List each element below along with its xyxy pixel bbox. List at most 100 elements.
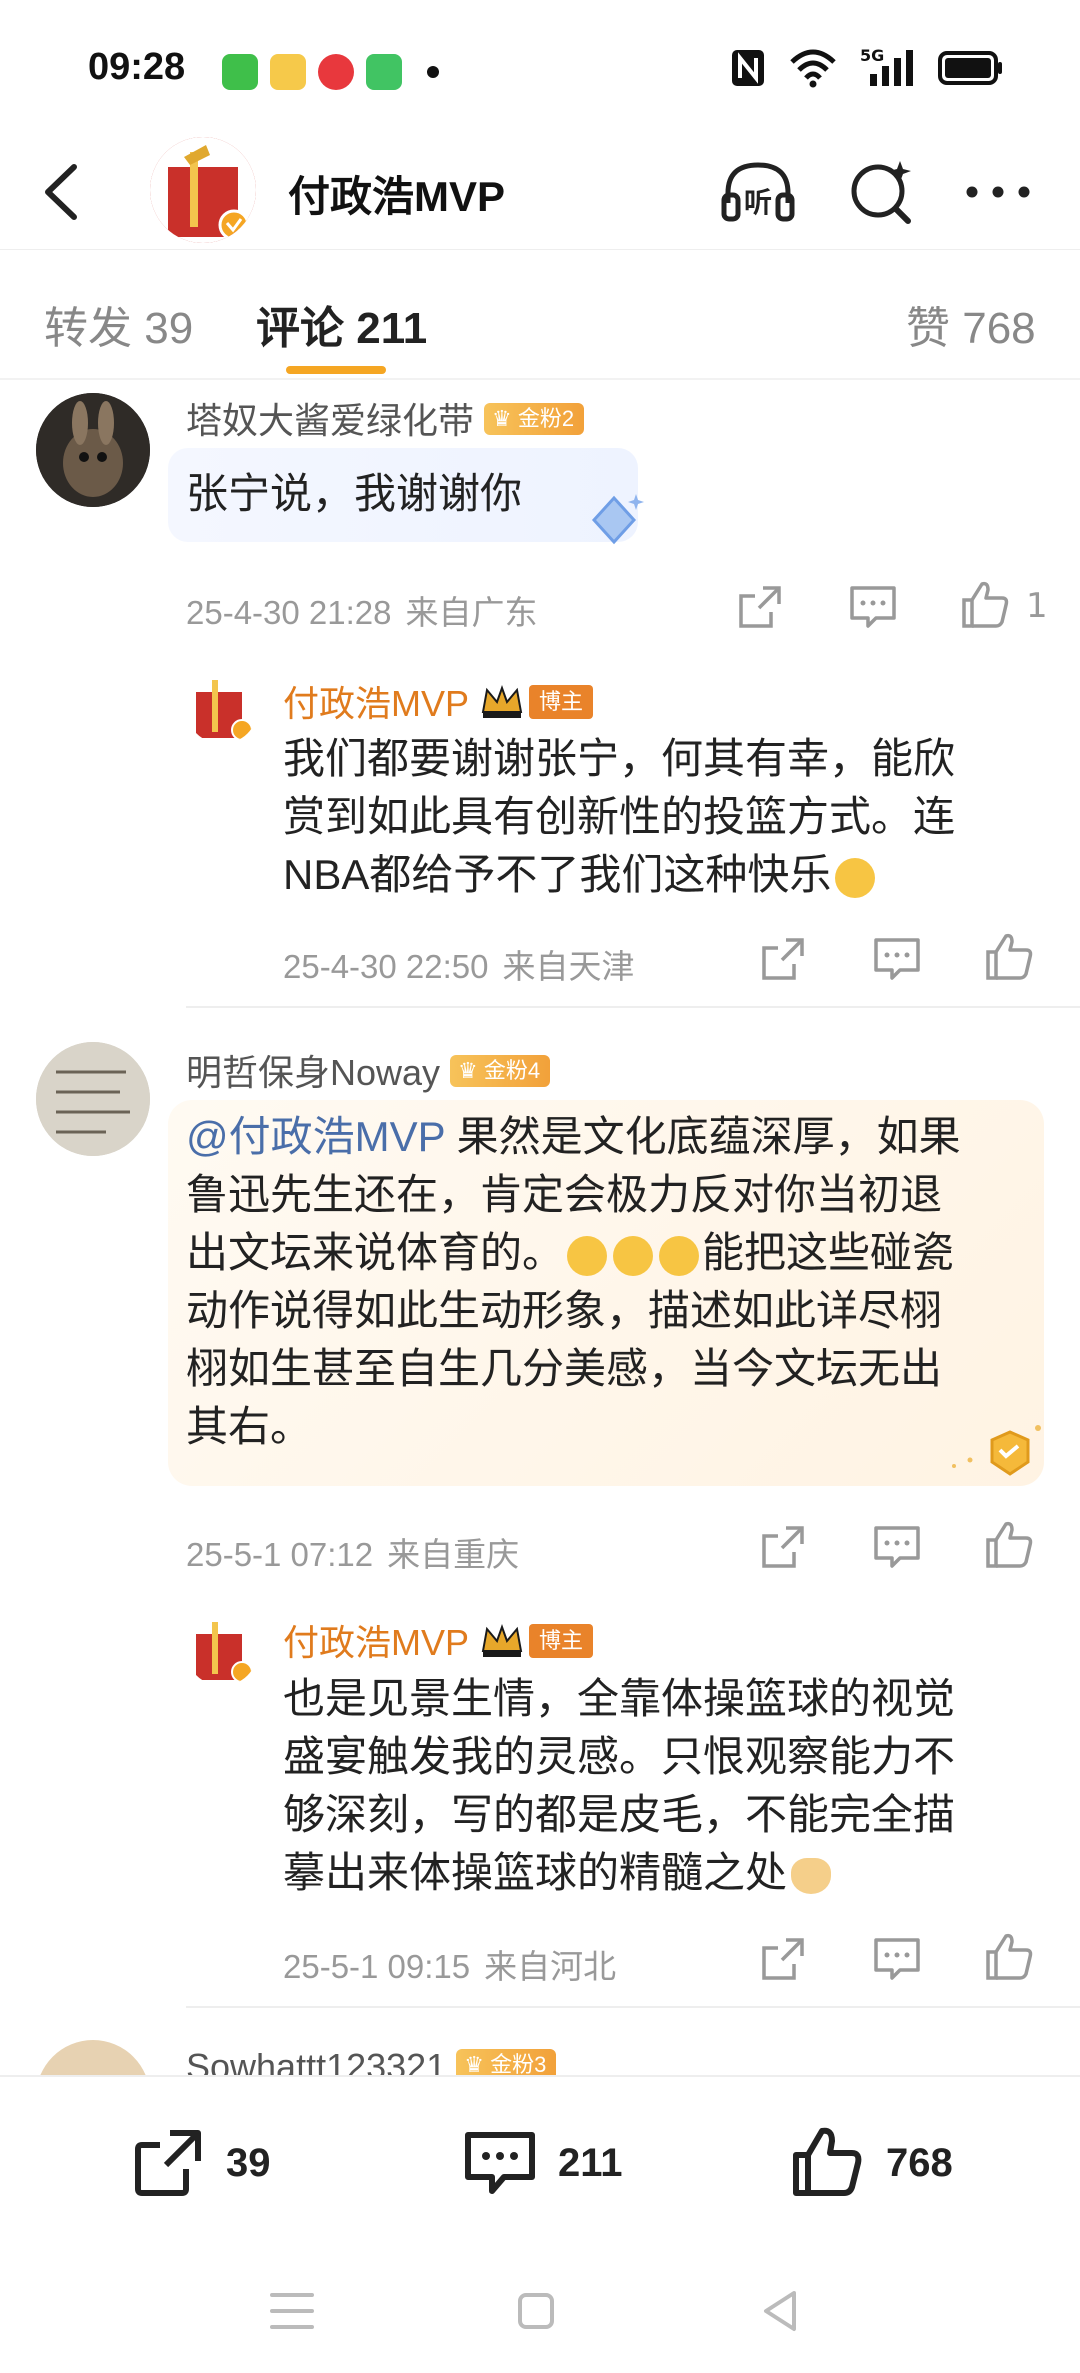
reply-line: 赏到如此具有创新性的投篮方式。连 xyxy=(283,793,956,840)
like-icon[interactable] xyxy=(982,1930,1036,1984)
share-icon[interactable] xyxy=(756,1932,810,1986)
tab-comments[interactable]: 评论 211 xyxy=(256,292,427,356)
reply-line: NBA都给予不了我们这种快乐 xyxy=(283,846,955,904)
comment-meta: 25-4-30 21:28 来自广东 xyxy=(186,586,538,634)
reply-icon[interactable] xyxy=(870,932,924,986)
fan-badge-text: 金粉3 xyxy=(490,2052,547,2078)
author-username[interactable]: 付政浩MVP 博主 xyxy=(283,675,594,727)
username-text: 明哲保身Noway xyxy=(186,1052,441,1093)
back-nav-icon[interactable] xyxy=(750,2281,810,2341)
comment-username[interactable]: 明哲保身Noway ♛ 金粉4 xyxy=(186,1044,551,1096)
reply-line: 盛宴触发我的灵感。只恨观察能力不 xyxy=(283,1733,956,1780)
diamond-decoration-icon xyxy=(591,494,644,545)
listen-button[interactable]: 听 xyxy=(718,157,798,227)
reply-meta: 25-4-30 22:50 来自天津 xyxy=(283,940,635,988)
status-bar: 09:28 5G xyxy=(0,0,1080,135)
tab-active-indicator xyxy=(286,366,386,374)
laughing-emoji-icon xyxy=(835,857,876,898)
like-icon[interactable] xyxy=(982,1518,1036,1572)
grin-emoji-icon xyxy=(613,1235,654,1276)
like-icon[interactable] xyxy=(958,578,1012,632)
reply-icon[interactable] xyxy=(846,580,900,634)
commenter-avatar[interactable] xyxy=(36,393,150,507)
comment-line: 栩如生甚至自生几分美感，当今文坛无出 xyxy=(186,1345,943,1392)
reply-line: 摹出来体操篮球的精髓之处 xyxy=(283,1844,955,1902)
comment-time: 25-5-1 07:12 xyxy=(186,1536,374,1573)
comment-line: 鲁迅先生还在，肯定会极力反对你当初退 xyxy=(186,1171,943,1218)
author-avatar[interactable] xyxy=(186,672,258,744)
tears-of-joy-emoji-icon xyxy=(659,1235,700,1276)
tab-repost[interactable]: 转发 39 xyxy=(44,292,193,356)
like-button[interactable]: 768 xyxy=(790,2125,953,2201)
signal-icon: 5G xyxy=(860,46,916,88)
comment-text: 张宁说，我谢谢你 xyxy=(186,470,523,517)
comment-location: 来自重庆 xyxy=(387,1536,520,1573)
status-time: 09:28 xyxy=(88,46,186,88)
system-nav-bar xyxy=(0,2245,1080,2373)
blogger-avatar[interactable] xyxy=(150,137,256,243)
reply-icon[interactable] xyxy=(870,1520,924,1574)
fan-badge-text: 金粉2 xyxy=(517,406,575,432)
comment-text: @付政浩MVP 果然是文化底蕴深厚，如果 鲁迅先生还在，肯定会极力反对你当初退 … xyxy=(186,1108,961,1456)
comment-line: 动作说得如此生动形象，描述如此详尽栩 xyxy=(186,1287,943,1334)
comment-time: 25-4-30 21:28 xyxy=(186,594,392,631)
like-count: 1 xyxy=(1026,586,1048,626)
search-icon[interactable] xyxy=(842,157,922,227)
reply-time: 25-4-30 22:50 xyxy=(283,948,489,985)
back-icon[interactable] xyxy=(34,157,94,227)
reply-line-text: 摹出来体操篮球的精髓之处 xyxy=(283,1849,788,1896)
reply-icon[interactable] xyxy=(870,1932,924,1986)
reply-time: 25-5-1 09:15 xyxy=(283,1948,471,1985)
reply-text: 也是见景生情，全靠体操篮球的视觉 盛宴触发我的灵感。只恨观察能力不 够深刻，写的… xyxy=(283,1670,955,1902)
menu-icon[interactable] xyxy=(262,2281,322,2341)
divider xyxy=(186,1006,1080,1008)
comment-meta: 25-5-1 07:12 来自重庆 xyxy=(186,1528,519,1576)
top-bar: 付政浩MVP 听 xyxy=(0,135,1080,250)
host-badge: 博主 xyxy=(529,685,594,720)
comment-line: @付政浩MVP 果然是文化底蕴深厚，如果 xyxy=(186,1108,961,1166)
like-icon xyxy=(793,2127,862,2196)
crown-icon xyxy=(481,685,523,719)
author-name: 付政浩MVP xyxy=(283,683,470,724)
app-notification-icon xyxy=(318,54,354,90)
mention-link[interactable]: @付政浩MVP xyxy=(186,1113,445,1160)
reply-meta: 25-5-1 09:15 来自河北 xyxy=(283,1940,616,1988)
author-avatar[interactable] xyxy=(186,1614,258,1686)
reply-line: 也是见景生情，全靠体操篮球的视觉 xyxy=(283,1675,956,1722)
host-badge: 博主 xyxy=(529,1624,594,1659)
comment-line-text: 果然是文化底蕴深厚，如果 xyxy=(444,1113,961,1160)
like-icon[interactable] xyxy=(982,930,1036,984)
more-icon[interactable] xyxy=(960,157,1040,227)
author-username[interactable]: 付政浩MVP 博主 xyxy=(283,1614,594,1666)
weibo-icon xyxy=(270,54,306,90)
comment-line: 出文坛来说体育的。 能把这些碰瓷 xyxy=(186,1224,961,1282)
comment-username[interactable]: 塔奴大酱爱绿化带 ♛ 金粉2 xyxy=(186,392,585,444)
share-icon[interactable] xyxy=(756,932,810,986)
repost-count: 39 xyxy=(226,2140,271,2185)
like-count: 768 xyxy=(886,2140,953,2185)
author-name: 付政浩MVP xyxy=(283,1622,470,1663)
repost-button[interactable]: 39 xyxy=(130,2125,271,2201)
wechat-icon xyxy=(222,54,258,90)
clapping-hands-emoji-icon xyxy=(791,1857,832,1894)
comment-line-text: 能把这些碰瓷 xyxy=(702,1229,955,1276)
share-icon[interactable] xyxy=(756,1520,810,1574)
listen-label: 听 xyxy=(744,186,773,219)
grin-emoji-icon xyxy=(567,1235,608,1276)
fan-badge: ♛ 金粉2 xyxy=(484,403,585,436)
home-icon[interactable] xyxy=(506,2281,566,2341)
comment-button[interactable]: 211 xyxy=(462,2125,623,2201)
more-notifications-icon xyxy=(427,66,439,78)
battery-icon xyxy=(938,51,1002,85)
reply-line: 够深刻，写的都是皮毛，不能完全描 xyxy=(283,1791,956,1838)
comment-line-text: 出文坛来说体育的。 xyxy=(186,1229,565,1276)
commenter-avatar[interactable] xyxy=(36,1042,150,1156)
tab-likes[interactable]: 赞 768 xyxy=(906,292,1036,356)
reply-line: 我们都要谢谢张宁，何其有幸，能欣 xyxy=(283,735,956,782)
crown-icon xyxy=(481,1624,523,1658)
reply-location: 来自天津 xyxy=(502,948,635,985)
repost-icon xyxy=(135,2130,201,2196)
reply-line-text: NBA都给予不了我们这种快乐 xyxy=(283,851,832,898)
comment-count: 211 xyxy=(558,2140,623,2185)
share-icon[interactable] xyxy=(733,580,787,634)
